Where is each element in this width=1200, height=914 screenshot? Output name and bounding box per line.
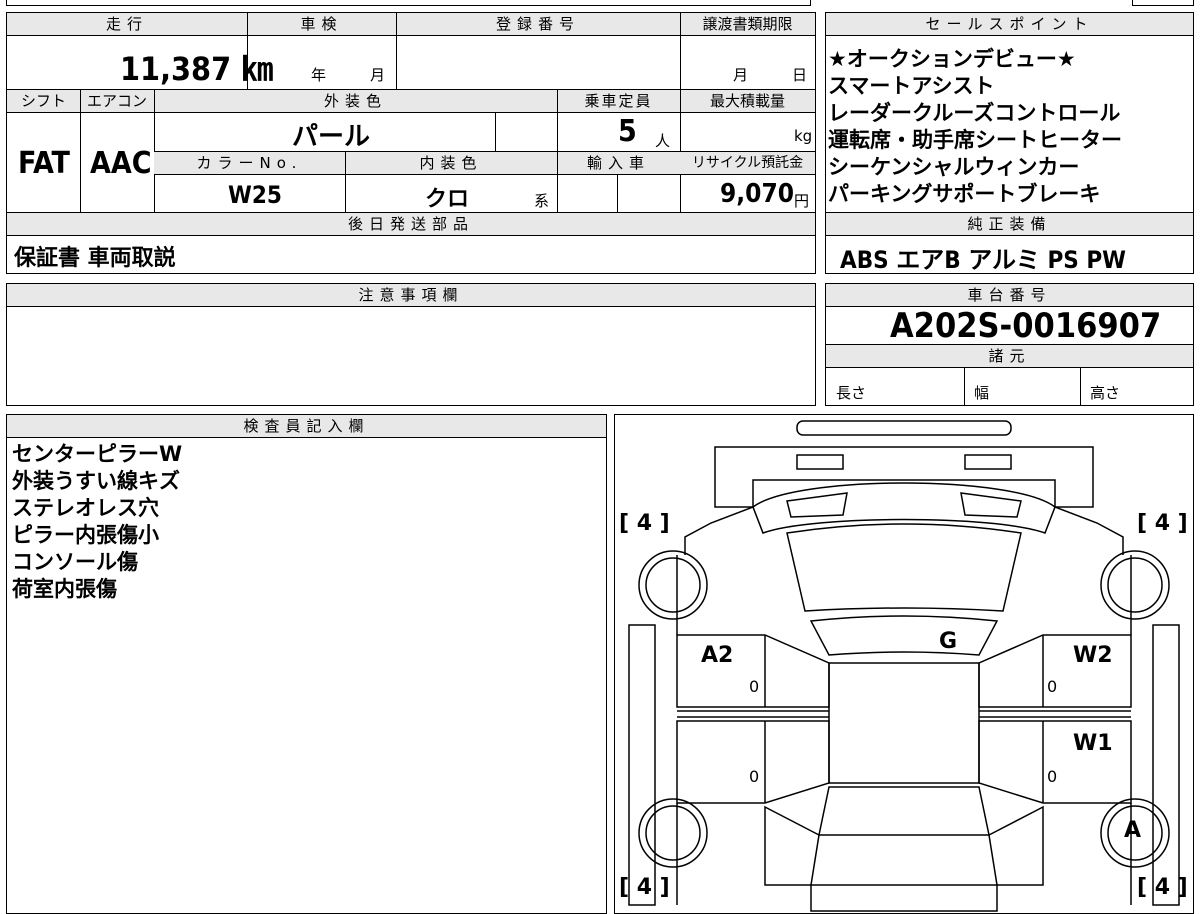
zero-front-left: 0 <box>749 677 760 696</box>
tire-label-rl: [ 4 ] <box>619 875 670 900</box>
mark-a2: A2 <box>701 643 734 668</box>
windshield <box>786 523 1022 612</box>
wheel-rl <box>638 798 708 868</box>
chassis-header: 車台番号 <box>826 284 1193 307</box>
front-fender-left <box>684 506 754 555</box>
inspector-item: ステレオレス穴 <box>12 496 159 520</box>
inspector-header: 検査員記入欄 <box>7 415 606 438</box>
roof-rear <box>818 786 990 836</box>
interior-color-value: クロ <box>425 187 470 212</box>
top-strip-mid <box>825 0 1125 6</box>
roof <box>828 662 980 784</box>
sales-point-item: パーキングサポートブレーキ <box>828 182 1101 206</box>
sales-point-item: レーダークルーズコントロール <box>828 101 1121 125</box>
transfer-deadline-header: 譲渡書類期限 <box>680 13 815 36</box>
shift-header: シフト <box>7 90 80 113</box>
sales-point-item: シーケンシャルウィンカー <box>828 155 1080 179</box>
exterior-color-header: 外装色 <box>154 90 557 113</box>
color-no-header: カラーNo. <box>154 152 345 175</box>
spec-length: 長さ <box>836 384 867 402</box>
mark-g: G <box>939 629 958 654</box>
tire-label-fl: [ 4 ] <box>619 511 670 536</box>
shaken-month: 月 <box>370 66 386 84</box>
top-strip <box>6 0 811 6</box>
car-diagram-box: [ 4 ] [ 4 ] [ 4 ] [ 4 ] A2 G W2 W1 A 0 0… <box>614 414 1194 914</box>
interior-color-header: 内装色 <box>345 152 557 175</box>
zero-rear-right: 0 <box>1047 767 1058 786</box>
mileage-header: 走行 <box>7 13 247 36</box>
interior-color-unit: 系 <box>534 192 550 210</box>
equipment-header: 純正装備 <box>826 213 1193 236</box>
later-parts-header: 後日発送部品 <box>7 213 815 236</box>
rear-quarter-left <box>764 805 820 886</box>
specs-header: 諸元 <box>826 345 1193 368</box>
notes-header: 注意事項欄 <box>7 284 815 307</box>
inspector-item: ピラー内張傷小 <box>12 523 159 547</box>
capacity-unit: 人 <box>655 132 671 150</box>
later-parts-value: 保証書 車両取説 <box>14 246 176 271</box>
inspector-item: センターピラーW <box>12 442 183 466</box>
tire-label-rr: [ 4 ] <box>1137 875 1188 900</box>
tire-label-fr: [ 4 ] <box>1137 511 1188 536</box>
door-front-left <box>676 634 830 708</box>
sales-points-list: ★オークションデビュー★ スマートアシスト レーダークルーズコントロール 運転席… <box>828 46 1122 208</box>
spec-width: 幅 <box>974 384 990 402</box>
mark-w2: W2 <box>1073 643 1113 668</box>
front-bumper <box>796 420 1012 436</box>
headlight-right <box>964 454 1012 470</box>
sales-point-item: 運転席・助手席シートヒーター <box>828 128 1122 152</box>
import-header: 輸入車 <box>557 152 680 175</box>
shift-value: FAT <box>18 146 70 181</box>
max-load-unit: kg <box>794 127 813 145</box>
zero-front-right: 0 <box>1047 677 1058 696</box>
inspector-list: センターピラーW 外装うすい線キズ ステレオレス穴 ピラー内張傷小 コンソール傷… <box>12 441 182 603</box>
aircon-value: AAC <box>90 146 152 181</box>
zero-rear-left: 0 <box>749 767 760 786</box>
recycle-fee-value: 9,070 <box>720 179 794 209</box>
side-left <box>628 624 656 906</box>
capacity-value: 5 <box>618 114 637 149</box>
recycle-fee-header: リサイクル預託金 <box>680 152 815 175</box>
wheel-fl <box>638 550 708 620</box>
mark-a: A <box>1124 818 1142 843</box>
sales-points-header: セールスポイント <box>826 13 1193 36</box>
roof-front <box>809 615 999 656</box>
top-strip-right <box>1132 0 1194 6</box>
mark-w1: W1 <box>1073 731 1113 756</box>
chassis-value: A202S-0016907 <box>890 306 1162 346</box>
side-right <box>1152 624 1180 906</box>
equipment-value: ABS エアB アルミ PS PW <box>840 246 1126 274</box>
inspector-item: 外装うすい線キズ <box>12 469 180 493</box>
capacity-header: 乗車定員 <box>557 90 680 113</box>
inspector-item: 荷室内張傷 <box>12 577 117 601</box>
transfer-month: 月 <box>733 66 749 84</box>
sales-point-item: ★オークションデビュー★ <box>828 47 1076 71</box>
aircon-header: エアコン <box>80 90 154 113</box>
front-fender-right <box>1054 506 1124 555</box>
registration-header: 登録番号 <box>396 13 680 36</box>
headlight-left <box>796 454 844 470</box>
spec-height: 高さ <box>1090 384 1121 402</box>
inspector-item: コンソール傷 <box>12 550 138 574</box>
rear-hatch <box>810 884 998 912</box>
mileage-value: 11,387 ㎞ <box>120 50 274 88</box>
hood-panel <box>752 482 1056 534</box>
shaken-year: 年 <box>311 66 327 84</box>
wheel-fr <box>1100 550 1170 620</box>
recycle-fee-unit: 円 <box>794 192 810 210</box>
wiper-left <box>786 492 848 518</box>
sales-point-item: スマートアシスト <box>828 74 995 98</box>
wiper-right <box>960 492 1022 518</box>
color-no-value: W25 <box>228 181 282 209</box>
shaken-header: 車検 <box>247 13 396 36</box>
door-rear-left <box>676 720 830 804</box>
transfer-day: 日 <box>792 66 808 84</box>
exterior-color-value: パール <box>292 122 371 152</box>
max-load-header: 最大積載量 <box>680 90 815 113</box>
rear-quarter-right <box>988 805 1044 886</box>
